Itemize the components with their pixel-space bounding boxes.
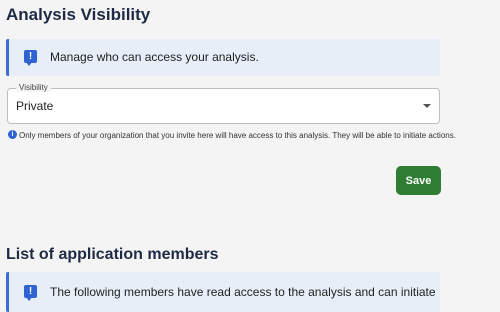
- visibility-value: Private: [16, 99, 54, 113]
- members-section-title: List of application members: [6, 246, 219, 263]
- visibility-helper-text: Only members of your organization that y…: [19, 131, 456, 140]
- members-info-banner: ! The following members have read access…: [6, 272, 440, 312]
- visibility-label: Visibility: [16, 83, 51, 92]
- members-banner-text: The following members have read access t…: [50, 285, 436, 299]
- info-banner-text: Manage who can access your analysis.: [50, 50, 259, 64]
- message-alert-icon: !: [24, 50, 37, 66]
- save-button[interactable]: Save: [396, 166, 441, 195]
- visibility-select[interactable]: Visibility Private: [7, 83, 440, 124]
- info-banner: ! Manage who can access your analysis.: [6, 39, 440, 76]
- info-icon: i: [8, 130, 17, 139]
- chevron-down-icon[interactable]: [423, 104, 431, 108]
- page-title: Analysis Visibility: [6, 5, 151, 24]
- message-alert-icon: !: [24, 285, 37, 301]
